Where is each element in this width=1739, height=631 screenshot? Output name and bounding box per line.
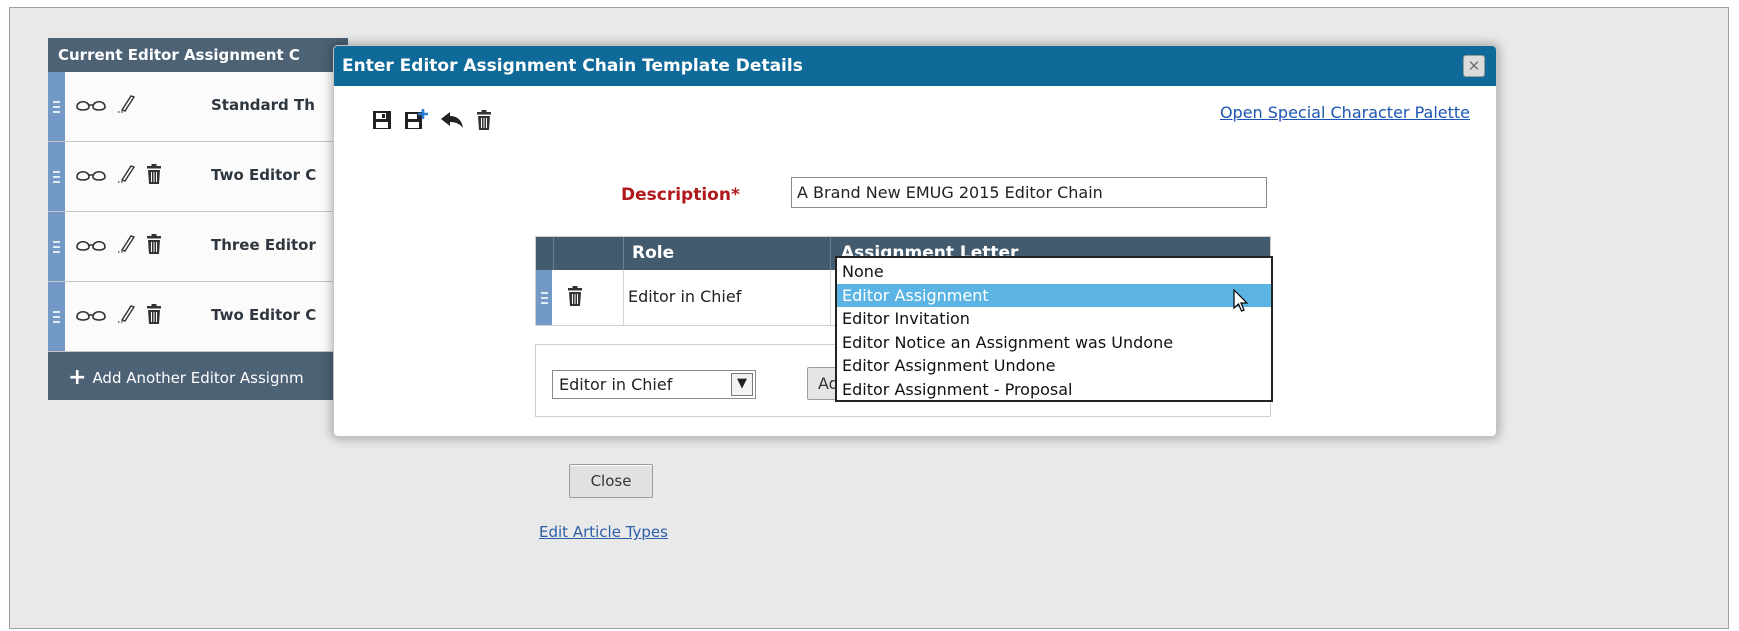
- pencil-icon[interactable]: [116, 94, 136, 114]
- trash-icon[interactable]: [476, 110, 492, 130]
- dropdown-option[interactable]: Editor Invitation: [837, 307, 1271, 331]
- description-input[interactable]: [791, 177, 1267, 208]
- save-icon[interactable]: [372, 110, 392, 130]
- chain-name: Three Editor: [211, 236, 316, 254]
- trash-icon[interactable]: [146, 234, 162, 254]
- trash-icon[interactable]: [146, 304, 162, 324]
- drag-handle[interactable]: [536, 270, 552, 325]
- glasses-icon[interactable]: [76, 166, 106, 182]
- list-item[interactable]: Two Editor C: [48, 142, 348, 212]
- save-add-icon[interactable]: [404, 109, 428, 131]
- list-item[interactable]: Three Editor: [48, 212, 348, 282]
- trash-icon[interactable]: [567, 286, 583, 306]
- drag-handle[interactable]: [48, 72, 65, 141]
- add-label: Add Another Editor Assignm: [92, 369, 304, 387]
- glasses-icon[interactable]: [76, 236, 106, 252]
- list-item[interactable]: Standard Th: [48, 72, 348, 142]
- special-character-palette-link[interactable]: Open Special Character Palette: [1220, 103, 1470, 122]
- plus-icon: +: [68, 365, 87, 390]
- dropdown-option[interactable]: Editor Assignment Undone: [837, 354, 1271, 378]
- pencil-icon[interactable]: [116, 164, 136, 184]
- glasses-icon[interactable]: [76, 306, 106, 322]
- glasses-icon[interactable]: [76, 96, 106, 112]
- pencil-icon[interactable]: [116, 304, 136, 324]
- close-button[interactable]: Close: [569, 464, 653, 498]
- dropdown-option[interactable]: None: [837, 260, 1271, 284]
- role-select[interactable]: Editor in Chief ▼: [552, 370, 756, 399]
- editor-chain-list: Current Editor Assignment C Standard Th: [48, 38, 348, 400]
- drag-handle[interactable]: [48, 212, 65, 281]
- chain-name: Two Editor C: [211, 306, 317, 324]
- pencil-icon[interactable]: [116, 234, 136, 254]
- chain-name: Two Editor C: [211, 166, 317, 184]
- back-arrow-icon[interactable]: [440, 111, 464, 129]
- column-role: Role: [623, 237, 830, 270]
- role-select-value: Editor in Chief: [559, 375, 673, 394]
- add-editor-assignment-button[interactable]: + Add Another Editor Assignm: [48, 352, 348, 400]
- dialog-title: Enter Editor Assignment Chain Template D…: [334, 46, 1496, 86]
- role-cell: Editor in Chief: [628, 287, 742, 306]
- description-label: Description*: [621, 185, 740, 205]
- edit-article-types-link[interactable]: Edit Article Types: [539, 523, 668, 541]
- list-header: Current Editor Assignment C: [48, 38, 348, 72]
- chain-name: Standard Th: [211, 96, 315, 114]
- mouse-cursor-icon: [1233, 288, 1249, 313]
- trash-icon[interactable]: [146, 164, 162, 184]
- drag-handle[interactable]: [48, 142, 65, 211]
- dialog-toolbar: [372, 109, 492, 131]
- close-icon[interactable]: ✕: [1463, 55, 1485, 77]
- chevron-down-icon[interactable]: ▼: [731, 373, 753, 396]
- drag-handle[interactable]: [48, 282, 65, 351]
- list-item[interactable]: Two Editor C: [48, 282, 348, 352]
- dropdown-option[interactable]: Editor Assignment - Proposal: [837, 378, 1271, 402]
- dropdown-option[interactable]: Editor Notice an Assignment was Undone: [837, 331, 1271, 355]
- dropdown-option-selected[interactable]: Editor Assignment: [837, 283, 1271, 308]
- assignment-letter-dropdown[interactable]: None Editor Assignment Editor Invitation…: [835, 256, 1273, 402]
